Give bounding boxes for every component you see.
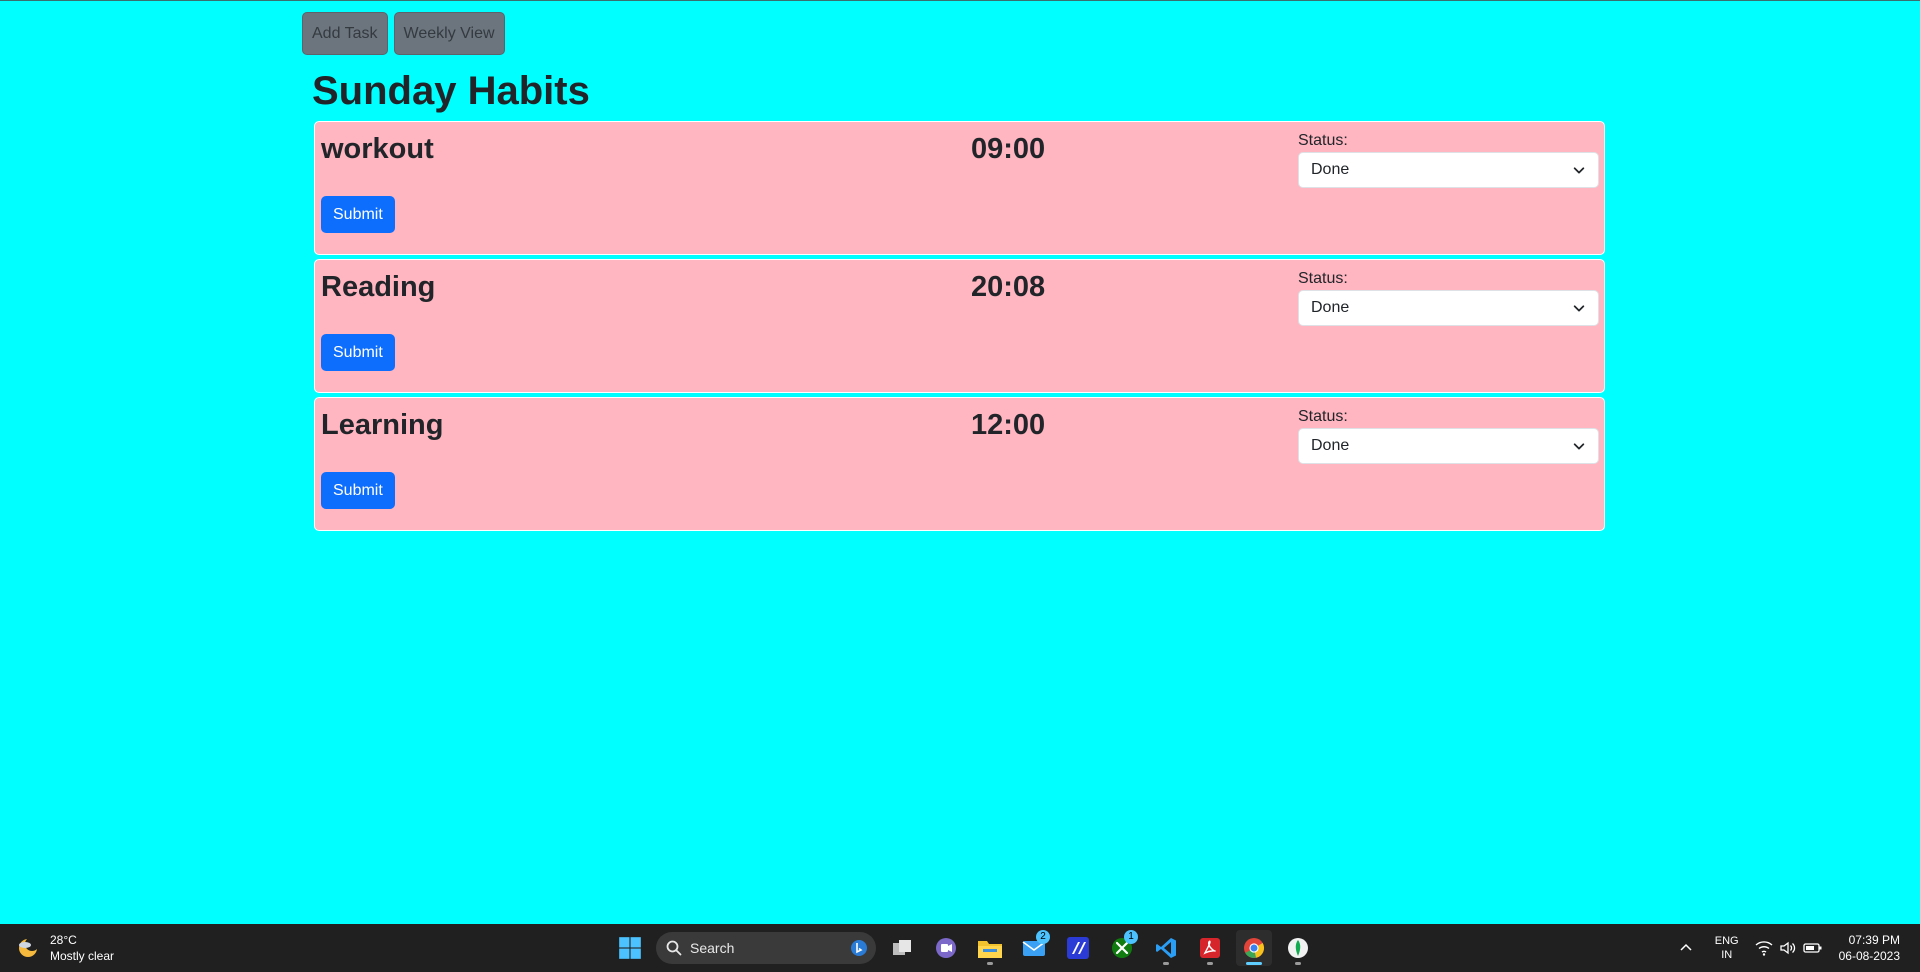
submit-button[interactable]: Submit — [321, 196, 395, 233]
running-indicator — [987, 962, 993, 965]
clock-date: 06-08-2023 — [1838, 949, 1900, 963]
language-primary: ENG — [1714, 935, 1739, 947]
add-task-button[interactable]: Add Task — [302, 12, 388, 55]
quick-settings[interactable] — [1755, 940, 1823, 956]
weather-desc: Mostly clear — [50, 949, 115, 963]
running-indicator — [1295, 962, 1301, 965]
submit-button[interactable]: Submit — [321, 472, 395, 509]
chevron-down-icon — [1573, 305, 1585, 312]
vscode-button[interactable] — [1148, 930, 1184, 966]
habit-card: Learning 12:00 Status: Done Submit — [314, 397, 1605, 531]
app-icon — [1067, 937, 1089, 959]
acrobat-button[interactable] — [1192, 930, 1228, 966]
system-tray: ENG IN 07:39 PM 06-08-2023 — [1671, 924, 1920, 972]
task-view-button[interactable] — [884, 930, 920, 966]
taskbar: 28°C Mostly clear Search 2 1 ENG IN 07:3… — [0, 924, 1920, 972]
clock[interactable]: 07:39 PM 06-08-2023 — [1839, 932, 1900, 964]
task-view-icon — [893, 940, 911, 955]
habit-name: Learning — [321, 409, 444, 441]
mongodb-button[interactable] — [1280, 930, 1316, 966]
window-top-border — [0, 0, 1920, 1]
show-hidden-icons-button[interactable] — [1671, 941, 1701, 955]
taskbar-search[interactable]: Search — [656, 932, 876, 964]
status-select[interactable]: Done — [1298, 290, 1599, 326]
xbox-badge: 1 — [1124, 930, 1138, 944]
mongodb-icon — [1288, 938, 1308, 958]
habit-time: 12:00 — [971, 409, 1046, 441]
teams-icon — [936, 938, 956, 958]
vscode-icon — [1156, 938, 1176, 958]
mail-badge: 2 — [1036, 930, 1050, 944]
running-indicator — [1207, 962, 1213, 965]
file-explorer-icon — [978, 941, 1002, 958]
habit-card: Reading 20:08 Status: Done Submit — [314, 259, 1605, 393]
wifi-icon — [1755, 941, 1773, 956]
search-placeholder: Search — [690, 940, 735, 956]
volume-icon — [1779, 941, 1795, 955]
search-icon — [666, 940, 682, 956]
active-indicator — [1246, 962, 1262, 965]
status-select-value: Done — [1311, 161, 1350, 178]
running-indicator — [1163, 962, 1169, 965]
language-secondary: IN — [1721, 949, 1733, 961]
moon-cloud-icon — [19, 937, 39, 957]
teams-button[interactable] — [928, 930, 964, 966]
clock-time: 07:39 PM — [1848, 933, 1900, 947]
battery-icon — [1802, 943, 1822, 953]
weekly-view-button[interactable]: Weekly View — [393, 12, 505, 55]
chevron-down-icon — [1573, 443, 1585, 450]
acrobat-icon — [1200, 938, 1220, 958]
status-select[interactable]: Done — [1298, 152, 1599, 188]
weather-temp: 28°C — [50, 933, 77, 947]
status-select-value: Done — [1311, 437, 1350, 454]
status-select-value: Done — [1311, 299, 1350, 316]
chrome-button[interactable] — [1236, 930, 1272, 966]
weather-widget[interactable]: 28°C Mostly clear — [16, 932, 114, 964]
status-label: Status: — [1298, 408, 1348, 425]
status-select[interactable]: Done — [1298, 428, 1599, 464]
page-title: Sunday Habits — [312, 69, 590, 113]
habit-time: 20:08 — [971, 271, 1046, 303]
taskbar-apps: Search 2 1 — [612, 930, 1316, 966]
chrome-icon — [1244, 938, 1265, 959]
mail-button[interactable]: 2 — [1016, 930, 1052, 966]
chevron-up-icon — [1680, 943, 1692, 951]
top-nav: Add Task Weekly View — [302, 12, 505, 55]
start-icon — [619, 937, 641, 959]
chevron-down-icon — [1573, 167, 1585, 174]
habit-card: workout 09:00 Status: Done Submit — [314, 121, 1605, 255]
habit-time: 09:00 — [971, 133, 1046, 165]
app-button[interactable] — [1060, 930, 1096, 966]
xbox-button[interactable]: 1 — [1104, 930, 1140, 966]
status-label: Status: — [1298, 132, 1348, 149]
status-label: Status: — [1298, 270, 1348, 287]
submit-button[interactable]: Submit — [321, 334, 395, 371]
file-explorer-button[interactable] — [972, 930, 1008, 966]
bing-icon — [851, 940, 867, 956]
start-button[interactable] — [612, 930, 648, 966]
language-indicator[interactable]: ENG IN — [1715, 934, 1739, 962]
habit-name: Reading — [321, 271, 436, 303]
habit-name: workout — [321, 133, 434, 165]
